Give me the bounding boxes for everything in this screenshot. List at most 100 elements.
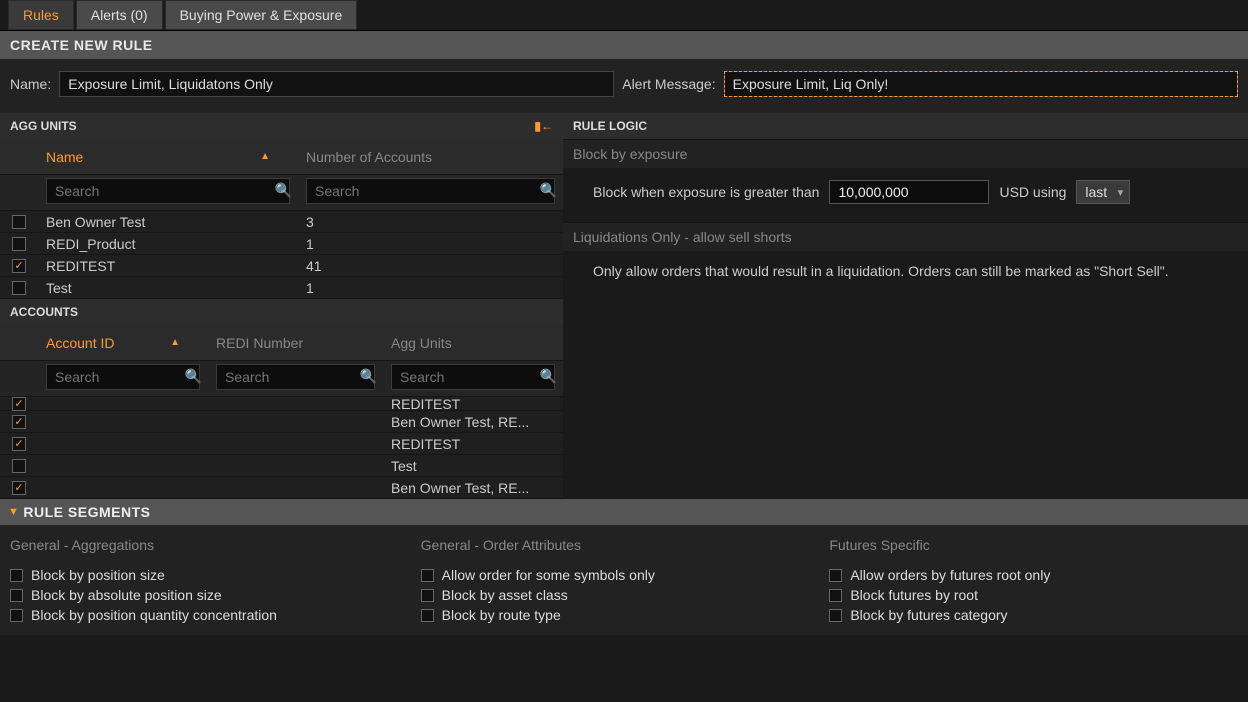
rule-logic-header: RULE LOGIC: [563, 113, 1248, 139]
segment-item[interactable]: Block by position quantity concentration: [10, 605, 419, 625]
collapse-icon[interactable]: ▮←: [534, 119, 553, 133]
agg-unit-name: REDITEST: [38, 258, 298, 274]
price-basis-dropdown[interactable]: last: [1076, 180, 1130, 204]
agg-unit-count: 1: [298, 280, 563, 296]
row-checkbox[interactable]: [12, 397, 26, 411]
accounts-id-search[interactable]: [46, 364, 200, 390]
segment-item[interactable]: Allow orders by futures root only: [829, 565, 1238, 585]
segments-col-title: General - Aggregations: [10, 537, 419, 553]
accounts-row[interactable]: REDITEST: [0, 397, 563, 411]
accounts-row[interactable]: Ben Owner Test, RE...: [0, 411, 563, 433]
agg-units-name-search[interactable]: [46, 178, 290, 204]
segments-col-order-attributes: General - Order Attributes Allow order f…: [421, 531, 830, 625]
alert-message-label: Alert Message:: [622, 76, 715, 92]
segment-checkbox[interactable]: [421, 569, 434, 582]
rule-form-row: Name: Alert Message:: [0, 59, 1248, 113]
segment-label: Block by absolute position size: [31, 587, 222, 603]
accounts-header: ACCOUNTS: [0, 299, 563, 325]
exposure-threshold-input[interactable]: [829, 180, 989, 204]
row-checkbox[interactable]: [12, 215, 26, 229]
segment-label: Block by position quantity concentration: [31, 607, 277, 623]
rule-segments-body: General - Aggregations Block by position…: [0, 525, 1248, 635]
segment-item[interactable]: Block by position size: [10, 565, 419, 585]
tab-buying-power[interactable]: Buying Power & Exposure: [165, 0, 358, 30]
segment-label: Block by asset class: [442, 587, 568, 603]
agg-unit-count: 41: [298, 258, 563, 274]
segments-col-title: Futures Specific: [829, 537, 1238, 553]
liquidations-only-subheader: Liquidations Only - allow sell shorts: [563, 222, 1248, 251]
block-text-mid: USD using: [999, 184, 1066, 200]
segment-label: Block by position size: [31, 567, 165, 583]
account-agg-units: Ben Owner Test, RE...: [383, 480, 563, 496]
rule-segments-header[interactable]: ▼ RULE SEGMENTS: [0, 499, 1248, 525]
accounts-agg-search[interactable]: [391, 364, 555, 390]
segments-col-aggregations: General - Aggregations Block by position…: [10, 531, 419, 625]
agg-unit-name: REDI_Product: [38, 236, 298, 252]
row-checkbox[interactable]: [12, 437, 26, 451]
segment-checkbox[interactable]: [10, 589, 23, 602]
rule-segments-title: RULE SEGMENTS: [23, 504, 150, 520]
segment-label: Block by futures category: [850, 607, 1007, 623]
col-agg-units-header[interactable]: Agg Units: [383, 335, 563, 351]
row-checkbox[interactable]: [12, 237, 26, 251]
accounts-row[interactable]: Ben Owner Test, RE...: [0, 477, 563, 499]
segment-checkbox[interactable]: [829, 609, 842, 622]
tab-alerts[interactable]: Alerts (0): [76, 0, 163, 30]
agg-unit-count: 1: [298, 236, 563, 252]
account-agg-units: Test: [383, 458, 563, 474]
col-num-accounts-header[interactable]: Number of Accounts: [298, 149, 563, 165]
agg-units-row[interactable]: Test 1: [0, 277, 563, 299]
col-name-header[interactable]: Name ▲: [38, 149, 298, 165]
triangle-down-icon: ▼: [8, 506, 19, 518]
accounts-grid: Account ID ▲ REDI Number Agg Units 🔍 🔍: [0, 325, 563, 499]
segment-item[interactable]: Block by futures category: [829, 605, 1238, 625]
row-checkbox[interactable]: [12, 459, 26, 473]
agg-units-search-row: 🔍 🔍: [0, 175, 563, 211]
accounts-search-row: 🔍 🔍 🔍: [0, 361, 563, 397]
segment-item[interactable]: Allow order for some symbols only: [421, 565, 830, 585]
tab-rules[interactable]: Rules: [8, 0, 74, 30]
segment-label: Allow order for some symbols only: [442, 567, 655, 583]
sort-asc-icon: ▲: [260, 151, 290, 162]
account-agg-units: REDITEST: [383, 436, 563, 452]
segments-col-title: General - Order Attributes: [421, 537, 830, 553]
agg-units-title: AGG UNITS: [10, 119, 77, 133]
accounts-row[interactable]: Test: [0, 455, 563, 477]
segment-item[interactable]: Block by asset class: [421, 585, 830, 605]
agg-units-num-search[interactable]: [306, 178, 555, 204]
row-checkbox[interactable]: [12, 481, 26, 495]
col-account-id-header[interactable]: Account ID ▲: [38, 335, 208, 351]
block-by-exposure-subheader: Block by exposure: [563, 139, 1248, 168]
accounts-row[interactable]: REDITEST: [0, 433, 563, 455]
segment-checkbox[interactable]: [421, 609, 434, 622]
segment-checkbox[interactable]: [829, 589, 842, 602]
agg-units-row[interactable]: REDITEST 41: [0, 255, 563, 277]
account-agg-units: Ben Owner Test, RE...: [383, 414, 563, 430]
segment-checkbox[interactable]: [10, 569, 23, 582]
alert-message-input[interactable]: [724, 71, 1238, 97]
agg-units-row[interactable]: REDI_Product 1: [0, 233, 563, 255]
agg-units-row[interactable]: Ben Owner Test 3: [0, 211, 563, 233]
segment-checkbox[interactable]: [421, 589, 434, 602]
agg-units-grid: Name ▲ Number of Accounts 🔍 🔍 Ben Owner: [0, 139, 563, 299]
create-new-rule-header: CREATE NEW RULE: [0, 31, 1248, 59]
agg-units-header: AGG UNITS ▮←: [0, 113, 563, 139]
accounts-redi-search[interactable]: [216, 364, 375, 390]
segment-checkbox[interactable]: [829, 569, 842, 582]
segment-item[interactable]: Block by absolute position size: [10, 585, 419, 605]
segment-checkbox[interactable]: [10, 609, 23, 622]
row-checkbox[interactable]: [12, 281, 26, 295]
segments-col-futures: Futures Specific Allow orders by futures…: [829, 531, 1238, 625]
name-input[interactable]: [59, 71, 614, 97]
name-label: Name:: [10, 76, 51, 92]
agg-unit-name: Ben Owner Test: [38, 214, 298, 230]
row-checkbox[interactable]: [12, 415, 26, 429]
col-redi-number-header[interactable]: REDI Number: [208, 335, 383, 351]
segment-item[interactable]: Block by route type: [421, 605, 830, 625]
row-checkbox[interactable]: [12, 259, 26, 273]
segment-label: Allow orders by futures root only: [850, 567, 1050, 583]
accounts-title: ACCOUNTS: [10, 305, 78, 319]
segment-item[interactable]: Block futures by root: [829, 585, 1238, 605]
accounts-header-row: Account ID ▲ REDI Number Agg Units: [0, 325, 563, 361]
segment-label: Block by route type: [442, 607, 561, 623]
